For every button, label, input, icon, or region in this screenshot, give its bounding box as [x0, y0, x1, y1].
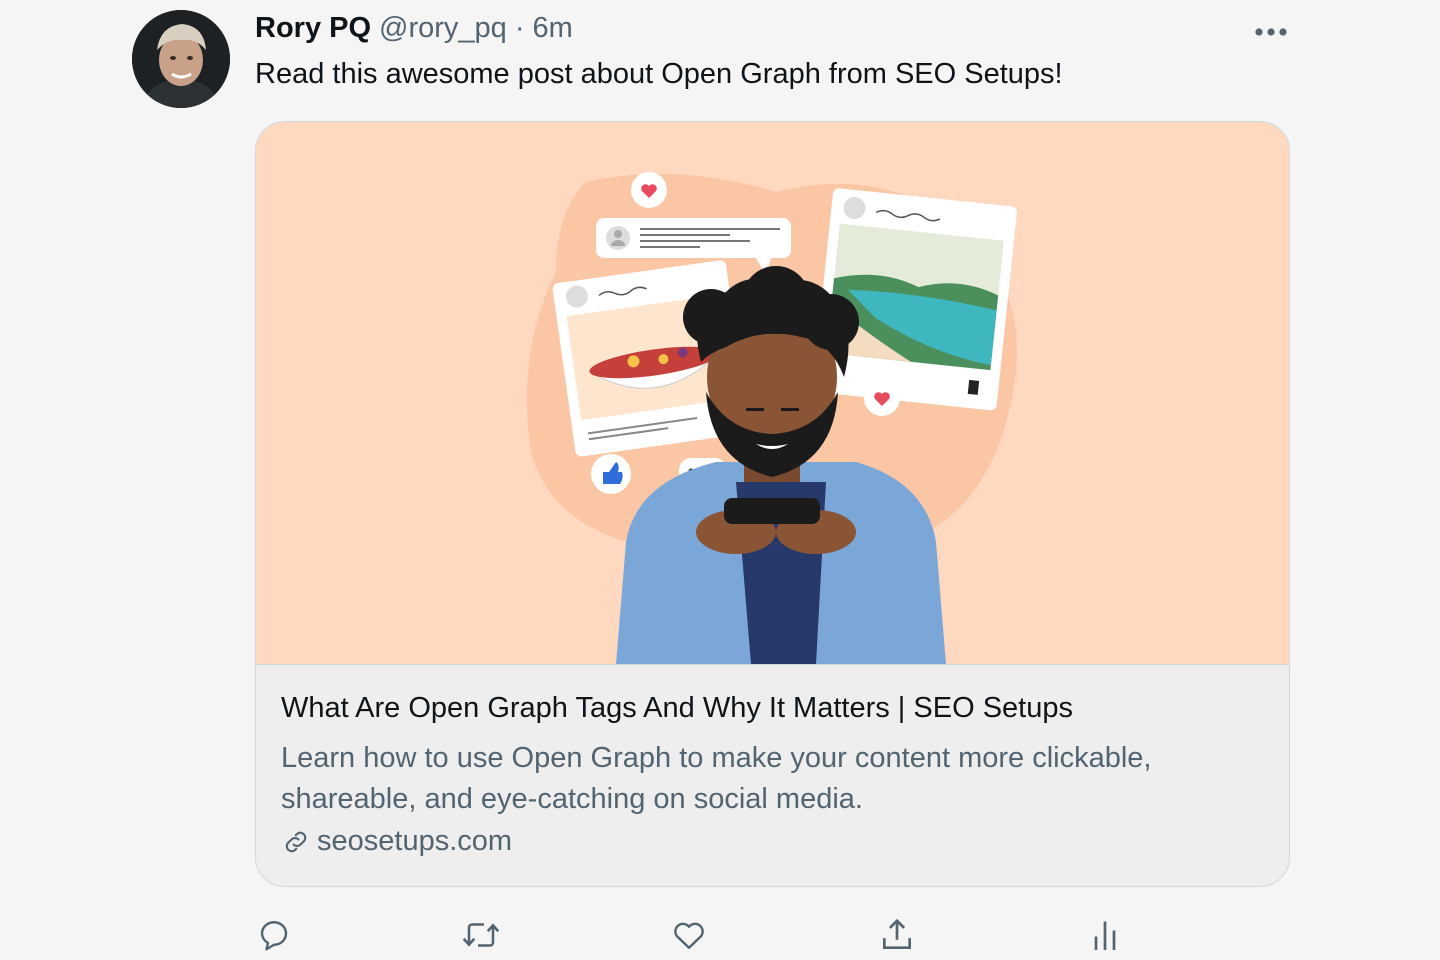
reply-button[interactable] [251, 912, 297, 958]
retweet-arrows-icon [462, 923, 500, 947]
separator-dot: · [514, 12, 525, 44]
card-description: Learn how to use Open Graph to make your… [281, 742, 1152, 815]
like-button[interactable] [666, 912, 712, 958]
link-preview-card[interactable]: What Are Open Graph Tags And Why It Matt… [255, 121, 1290, 887]
heart-bubble-icon [864, 380, 900, 416]
more-options-button[interactable] [1248, 12, 1294, 52]
illustration [526, 172, 1017, 664]
avatar-photo [132, 10, 230, 108]
tweet-header: Rory PQ @rory_pq · 6m [255, 12, 573, 52]
card-image [256, 122, 1289, 665]
user-handle[interactable]: @rory_pq [379, 12, 507, 45]
card-domain-link[interactable]: seosetups.com [281, 825, 512, 858]
tweet-action-bar [0, 912, 1440, 958]
thumbs-up-bubble-icon [591, 454, 631, 494]
avatar[interactable] [132, 10, 230, 108]
heart-bubble-icon [631, 172, 667, 208]
tweet-text: Read this awesome post about Open Graph … [255, 58, 1063, 90]
retweet-button[interactable] [458, 912, 504, 958]
heart-icon [674, 922, 704, 949]
share-button[interactable] [874, 912, 920, 958]
bar-chart-icon [1094, 921, 1116, 950]
link-icon [285, 831, 307, 852]
timestamp[interactable]: 6m [532, 12, 572, 45]
card-title[interactable]: What Are Open Graph Tags And Why It Matt… [281, 692, 1073, 725]
card-domain-text: seosetups.com [317, 825, 513, 857]
analytics-button[interactable] [1082, 912, 1128, 958]
more-dots-icon [1255, 28, 1287, 36]
display-name[interactable]: Rory PQ [255, 12, 371, 45]
speech-bubble-icon [260, 921, 288, 951]
share-upload-icon [882, 918, 912, 950]
